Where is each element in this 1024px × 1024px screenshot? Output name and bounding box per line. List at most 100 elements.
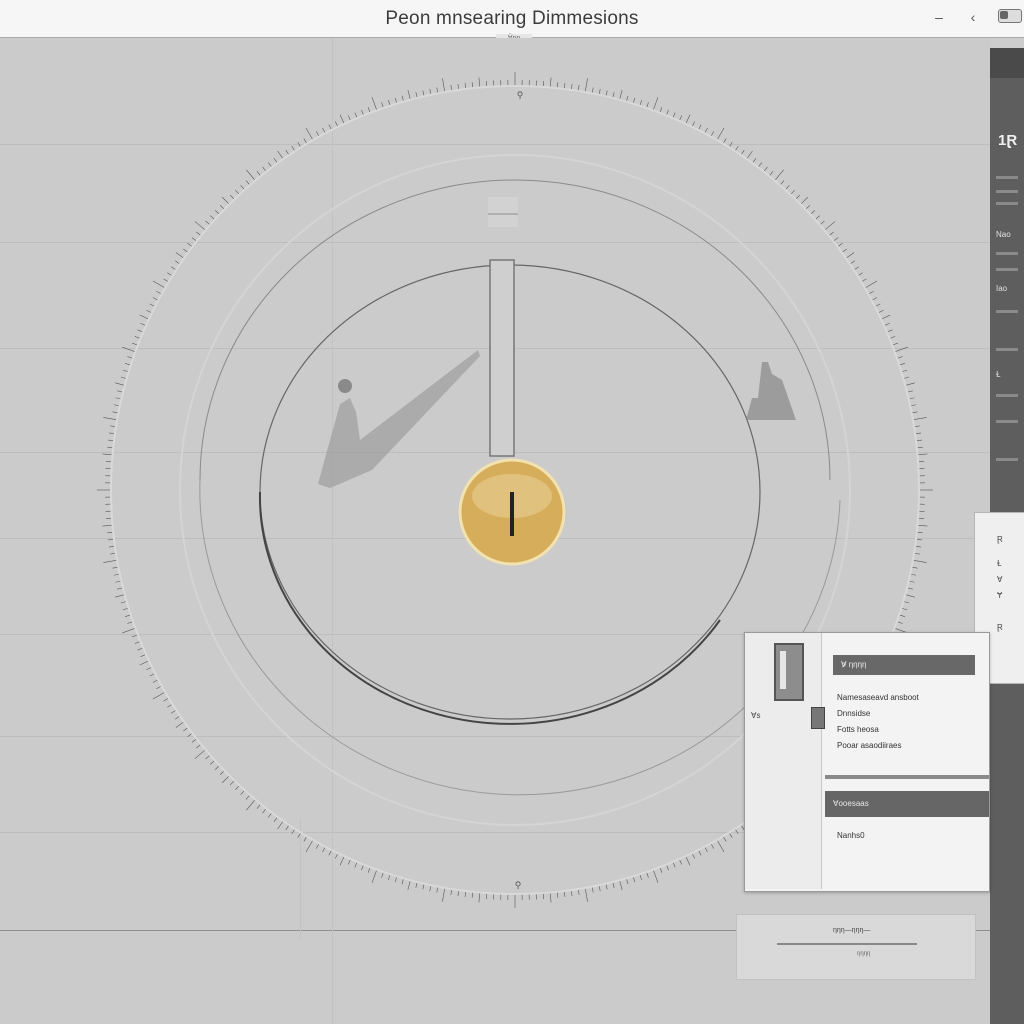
- notice-text: ƞƞƞ—ƞƞƞ—: [833, 927, 871, 934]
- dial-tick: [652, 869, 659, 883]
- properties-sidebar: Ɐs: [745, 633, 825, 889]
- rail-tool[interactable]: [996, 310, 1018, 313]
- dial-tick: [152, 691, 166, 700]
- mini-row[interactable]: Ɽ: [997, 535, 1003, 544]
- shadow-figure-head: [338, 379, 352, 393]
- shadow-figure-right: [746, 362, 796, 420]
- dial-tick: [115, 594, 125, 598]
- dial-tick: [619, 880, 623, 890]
- status-notice: ƞƞƞ—ƞƞƞ— ƞƞƞƞ: [736, 914, 976, 980]
- selected-property[interactable]: Ɐooesaas: [825, 791, 989, 817]
- notice-subtext: ƞƞƞƞ: [857, 951, 871, 957]
- dial-tick: [175, 252, 185, 259]
- rail-tool[interactable]: [996, 458, 1018, 461]
- property-item[interactable]: Dnnsidse: [837, 709, 870, 718]
- rail-tool[interactable]: [996, 394, 1018, 397]
- dial-tick: [139, 660, 149, 666]
- rail-tool[interactable]: [996, 190, 1018, 193]
- dial-tick: [549, 892, 552, 903]
- rail-tool[interactable]: [996, 252, 1018, 255]
- rail-label: Iao: [996, 284, 1008, 293]
- dial-tick: [277, 820, 284, 830]
- dial-tick: [478, 892, 481, 903]
- properties-panel: Ɐs Ɐ̵̷ ƞƞƞƞ Namesaseavd ansboot Dnnsidse…: [744, 632, 990, 892]
- dial-tick: [103, 559, 118, 563]
- dial-tick: [194, 749, 206, 759]
- notice-bar: [777, 943, 917, 945]
- dial-tick: [122, 627, 136, 634]
- dial-tick: [102, 524, 113, 527]
- divider: [825, 775, 989, 779]
- dial-tick: [246, 169, 256, 181]
- dial-tick: [917, 453, 928, 456]
- dial-tick: [115, 382, 125, 386]
- dial-tick: [912, 559, 927, 563]
- dial-tick: [685, 114, 691, 124]
- dial-tick: [619, 90, 623, 100]
- dial-tick: [716, 127, 725, 141]
- mini-row[interactable]: Ɐ: [997, 575, 1002, 584]
- property-item[interactable]: Namesaseavd ansboot: [837, 693, 919, 702]
- dial-tick: [881, 314, 891, 320]
- rail-tool[interactable]: [996, 268, 1018, 271]
- dial-tick: [746, 150, 753, 160]
- color-swatch[interactable]: [774, 643, 804, 701]
- mini-row[interactable]: Ɫ: [997, 559, 1001, 568]
- dial-tick: [339, 114, 345, 124]
- property-footer: Nanhs0: [837, 831, 865, 840]
- dial-tick: [194, 221, 206, 231]
- property-item[interactable]: Pooar asaodiiraes: [837, 741, 901, 750]
- dial-tick: [442, 887, 446, 902]
- dial-tick: [800, 197, 808, 205]
- dial-tick: [824, 221, 836, 231]
- dial-tick: [584, 887, 588, 902]
- rail-tool[interactable]: [996, 176, 1018, 179]
- dial-tick: [549, 77, 552, 88]
- toggle-icon[interactable]: [998, 9, 1022, 23]
- rail-label: Nao: [996, 230, 1011, 239]
- dial-tick: [102, 453, 113, 456]
- mini-row[interactable]: Ɏ: [997, 591, 1002, 600]
- bottom-marker: ⚲: [515, 880, 522, 890]
- dial-tick: [894, 346, 908, 353]
- dial-tick: [371, 97, 378, 111]
- dial-tick: [305, 839, 314, 853]
- shadow-figure-left: [318, 350, 480, 488]
- knob-pointer: [510, 492, 514, 536]
- dial-tick: [905, 594, 915, 598]
- rail-header: [990, 48, 1024, 78]
- dial-tick: [371, 869, 378, 883]
- dial-tick: [716, 839, 725, 853]
- dial-tick: [305, 127, 314, 141]
- dial-tick: [339, 856, 345, 866]
- dial-tick: [152, 280, 166, 289]
- dial-tick: [905, 382, 915, 386]
- dial-tick: [478, 77, 481, 88]
- rail-tool[interactable]: [996, 420, 1018, 423]
- dial-tick: [122, 346, 136, 353]
- dial-tick: [103, 417, 118, 421]
- dial-tick: [652, 97, 659, 111]
- dial-tick: [175, 721, 185, 728]
- dial-tick: [246, 799, 256, 811]
- rail-tool[interactable]: [996, 202, 1018, 205]
- rail-label: Ɫ: [996, 370, 1001, 379]
- rail-tool[interactable]: [996, 348, 1018, 351]
- properties-tag: Ɐs: [751, 711, 761, 720]
- dial-tick: [584, 78, 588, 93]
- top-marker: ⚲: [517, 90, 524, 100]
- dial-tick: [845, 252, 855, 259]
- dial-tick: [277, 150, 284, 160]
- needle: [489, 259, 515, 457]
- dial-tick: [407, 880, 411, 890]
- dial-tick: [774, 169, 784, 181]
- mini-row[interactable]: Ɽ: [997, 623, 1003, 632]
- properties-header: Ɐ̵̷ ƞƞƞƞ: [833, 655, 975, 675]
- resize-handle[interactable]: [811, 707, 825, 729]
- dial-tick: [442, 78, 446, 93]
- dial-tick: [864, 280, 878, 289]
- dial-tick: [912, 417, 927, 421]
- property-item[interactable]: Fotts heosa: [837, 725, 879, 734]
- dial-tick: [685, 856, 691, 866]
- dial-tick: [222, 775, 230, 783]
